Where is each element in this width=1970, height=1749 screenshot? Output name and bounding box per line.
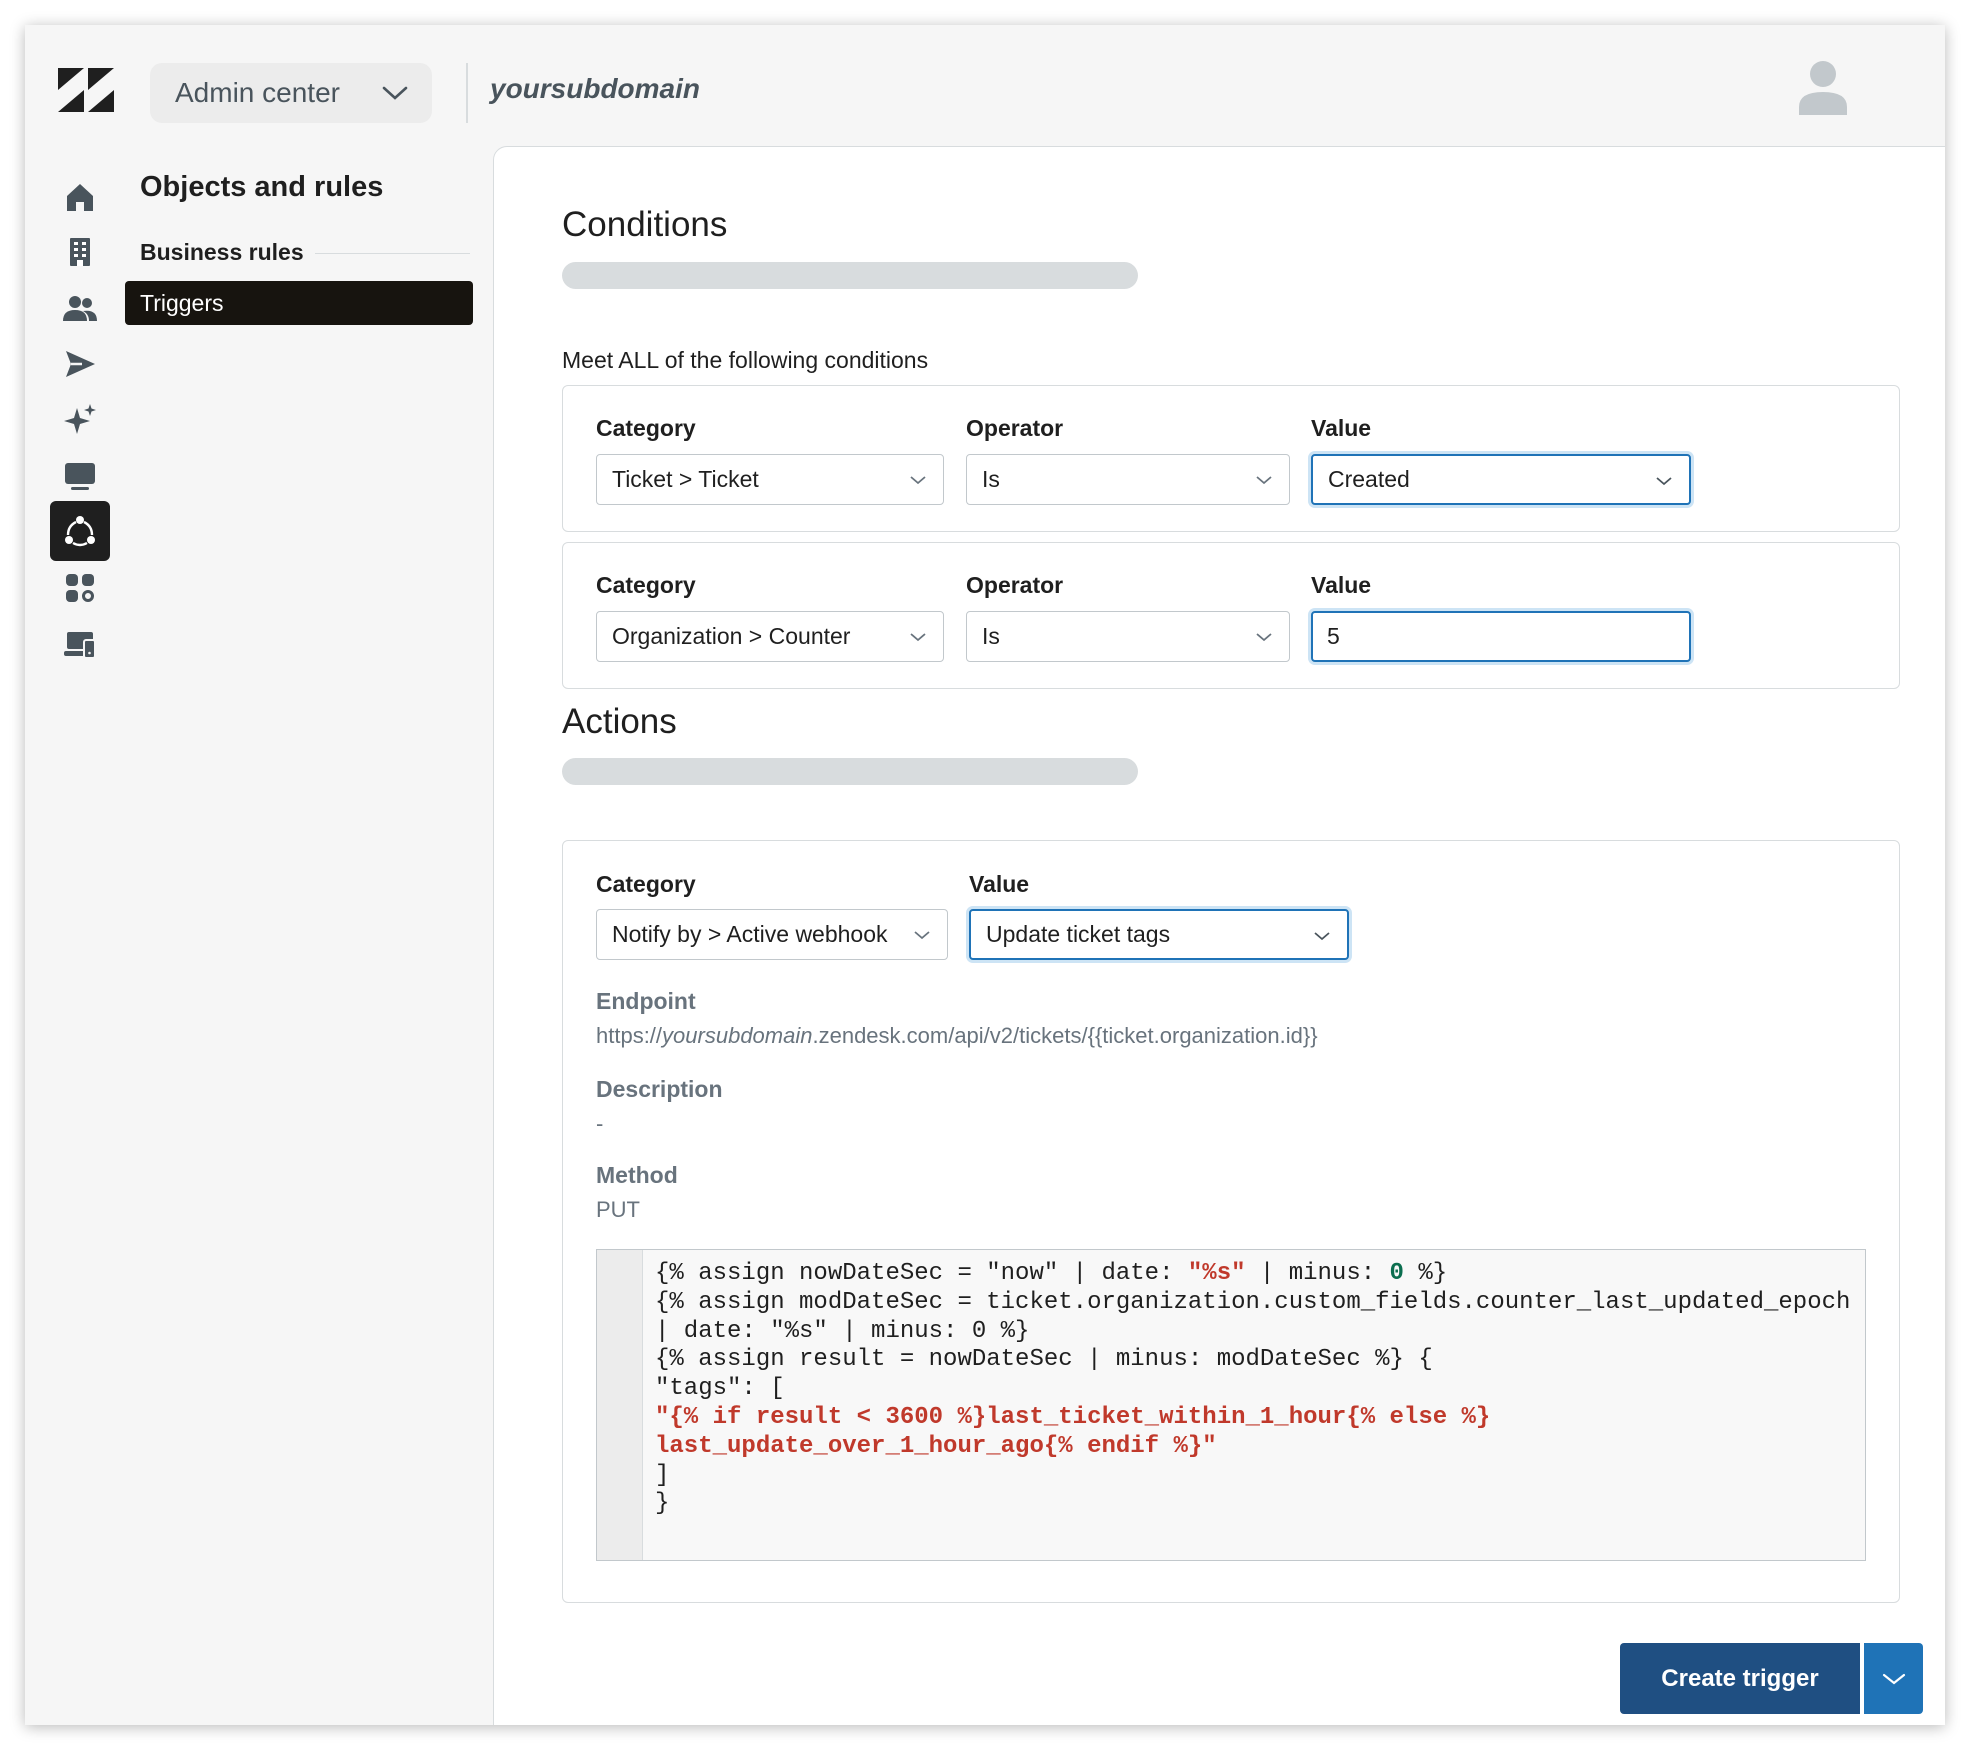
condition-value-value: Created [1328,466,1410,492]
condition-row: Category Ticket > Ticket Operator Is Val… [562,385,1900,532]
actions-heading: Actions [562,702,677,741]
condition-operator-label: Operator [966,572,1064,598]
code-line: } [655,1490,670,1518]
condition-category-label: Category [596,415,696,441]
home-icon[interactable] [50,167,110,227]
condition-operator-select[interactable]: Is [966,454,1290,505]
nav-section-divider [315,253,470,254]
create-options-button[interactable] [1864,1643,1923,1714]
product-switcher-button[interactable]: Admin center [150,63,432,123]
json-body-code[interactable]: {% assign nowDateSec = "now" | date: "%s… [655,1260,1855,1519]
monitor-icon[interactable] [50,446,110,506]
endpoint-label: Endpoint [596,988,696,1014]
action-category-label: Category [596,871,696,897]
condition-value-input[interactable] [1311,611,1691,662]
building-icon[interactable] [50,222,110,282]
conditions-description-placeholder [562,262,1138,289]
subdomain-label: yoursubdomain [490,73,701,104]
method-label: Method [596,1162,678,1188]
actions-description-placeholder [562,758,1138,785]
code-line: {% assign result = nowDateSec | minus: m… [655,1346,1433,1374]
devices-icon[interactable] [50,614,110,674]
code-line: {% assign modDateSec = ticket.organizati… [655,1288,1865,1345]
method-value: PUT [596,1197,640,1222]
editor-gutter [597,1250,643,1560]
chevron-down-icon [1256,633,1272,642]
chevron-down-icon [1314,932,1330,941]
header-divider [466,63,468,123]
condition-value-label: Value [1311,572,1372,598]
conditions-match-text: Meet ALL of the following conditions [562,347,929,373]
condition-category-label: Category [596,572,696,598]
condition-category-value: Ticket > Ticket [612,466,759,492]
chevron-down-icon [382,86,408,100]
condition-operator-value: Is [982,466,1000,492]
condition-value-select[interactable]: Created [1311,454,1691,505]
condition-row: Category Organization > Counter Operator… [562,542,1900,689]
chevron-down-icon [910,476,926,485]
action-row: Category Notify by > Active webhook Valu… [562,840,1900,1603]
endpoint-subdomain: yoursubdomain [662,1023,813,1048]
endpoint-value: https://yoursubdomain.zendesk.com/api/v2… [596,1023,1318,1049]
chevron-down-icon [914,931,930,940]
chevron-down-icon [1882,1673,1905,1684]
chevron-down-icon [1656,477,1672,486]
admin-center-window: Admin center yoursubdomain Objects and r… [25,25,1945,1725]
condition-operator-select[interactable]: Is [966,611,1290,662]
code-line: ] [655,1461,670,1489]
trigger-editor-panel: Conditions Meet ALL of the following con… [493,146,1945,1725]
conditions-heading: Conditions [562,205,728,244]
action-value-label: Value [969,871,1030,897]
product-switcher-label: Admin center [175,77,340,108]
description-label: Description [596,1076,723,1102]
action-value-select[interactable]: Update ticket tags [969,909,1349,960]
nav-title: Objects and rules [140,171,384,203]
condition-category-value: Organization > Counter [612,623,851,649]
apps-icon[interactable] [50,558,110,618]
code-line: {% assign nowDateSec = "now" | date: "%s… [655,1260,1448,1287]
description-value: - [596,1111,604,1136]
objects-rules-icon[interactable] [50,501,110,561]
zendesk-logo-icon[interactable] [58,68,114,112]
nav-item-triggers[interactable]: Triggers [125,281,473,325]
code-line: "tags": [ [655,1375,785,1403]
nav-section-business-rules[interactable]: Business rules [140,239,304,266]
action-value-value: Update ticket tags [986,921,1171,947]
chevron-down-icon [1256,476,1272,485]
endpoint-suffix: .zendesk.com/api/v2/tickets/{{ticket.org… [812,1023,1318,1048]
endpoint-prefix: https:// [596,1023,663,1048]
chevron-down-icon [910,633,926,642]
send-icon[interactable] [50,334,110,394]
condition-value-label: Value [1311,415,1372,441]
condition-operator-value: Is [982,623,1000,649]
condition-category-select[interactable]: Ticket > Ticket [596,454,944,505]
user-avatar-icon[interactable] [1797,59,1849,115]
code-line: "{% if result < 3600 %}last_ticket_withi… [655,1403,1505,1460]
condition-category-select[interactable]: Organization > Counter [596,611,944,662]
condition-operator-label: Operator [966,415,1064,441]
action-category-value: Notify by > Active webhook [612,921,888,947]
people-icon[interactable] [50,278,110,338]
action-category-select[interactable]: Notify by > Active webhook [596,909,948,960]
sparkle-icon[interactable] [50,390,110,450]
create-trigger-button[interactable]: Create trigger [1620,1643,1860,1714]
json-body-editor[interactable]: {% assign nowDateSec = "now" | date: "%s… [596,1249,1866,1561]
